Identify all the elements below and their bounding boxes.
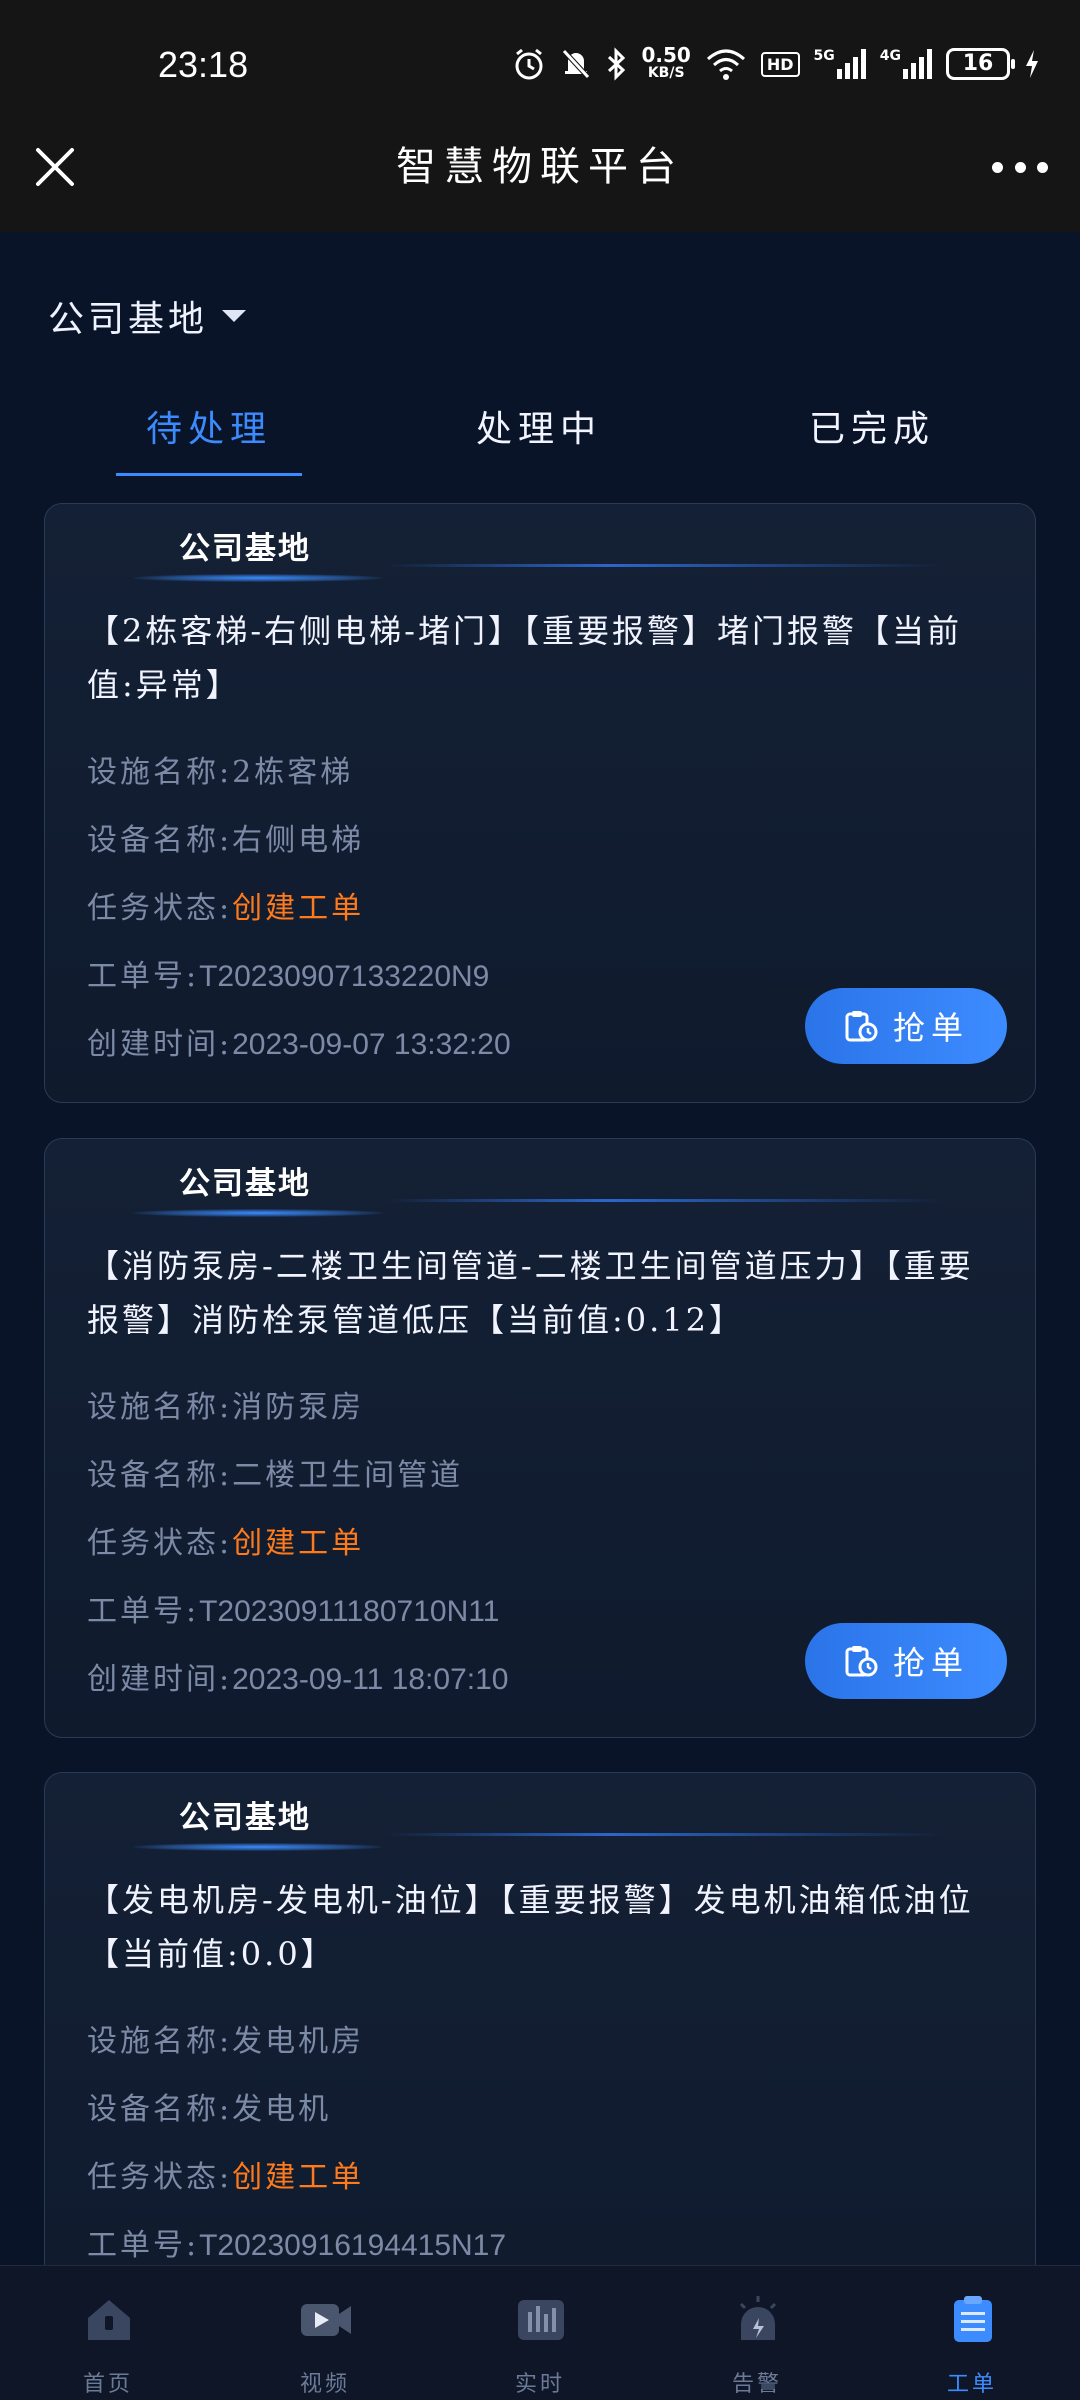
card-site-header: 公司基地 xyxy=(133,1793,383,1853)
work-order-card[interactable]: 公司基地 【消防泵房-二楼卫生间管道-二楼卫生间管道压力】【重要报警】消防栓泵管… xyxy=(44,1138,1036,1738)
card-site-label: 公司基地 xyxy=(179,531,311,566)
bottom-navigation: 首页 视频 实时 告警 工单 xyxy=(0,2265,1080,2400)
work-order-card[interactable]: 公司基地 【2栋客梯-右侧电梯-堵门】【重要报警】堵门报警【当前值:异常】 设施… xyxy=(44,503,1036,1103)
nav-item-alarm[interactable]: 告警 xyxy=(677,2266,837,2400)
clipboard-clock-icon xyxy=(845,1011,878,1042)
nav-item-work-order[interactable]: 工单 xyxy=(892,2266,1052,2400)
status-icons: 0.50 KB/S HD 5G 4G 16 xyxy=(512,44,1041,84)
grab-order-button[interactable]: 抢单 xyxy=(805,1623,1007,1699)
alarm-clock-icon xyxy=(515,48,542,80)
card-site-glow xyxy=(133,1209,383,1217)
status-tabs: 待处理 处理中 已完成 xyxy=(0,400,1080,476)
video-icon xyxy=(301,2304,351,2336)
page-title: 智慧物联平台 xyxy=(396,144,684,190)
status-bar: 23:18 0.50 KB/S HD 5G 4G 16 xyxy=(0,0,1080,140)
nav-label: 工单 xyxy=(946,2372,997,2397)
nav-item-home[interactable]: 首页 xyxy=(28,2266,188,2400)
device-field: 设备名称:右侧电梯 xyxy=(87,823,365,858)
clipboard-clock-icon xyxy=(845,1646,878,1677)
card-divider-line xyxy=(385,1199,945,1202)
task-status-field: 任务状态:创建工单 xyxy=(87,891,365,926)
order-number-field: 工单号:T20230911180710N11 xyxy=(87,1594,500,1629)
battery-icon: 16 xyxy=(946,48,1015,80)
card-divider-line xyxy=(385,564,945,567)
active-tab-indicator xyxy=(116,473,302,476)
tab-completed[interactable]: 已完成 xyxy=(779,400,965,460)
device-field: 设备名称:发电机 xyxy=(87,2092,332,2127)
card-site-label: 公司基地 xyxy=(179,1166,311,1201)
alarm-description: 【消防泵房-二楼卫生间管道-二楼卫生间管道压力】【重要报警】消防栓泵管道低压【当… xyxy=(87,1247,974,1339)
order-number-field: 工单号:T20230907133220N9 xyxy=(87,959,490,994)
status-time: 23:18 xyxy=(158,44,249,85)
nav-item-video[interactable]: 视频 xyxy=(245,2266,405,2400)
status-badge: 创建工单 xyxy=(232,891,365,926)
nav-label: 首页 xyxy=(82,2372,133,2397)
home-icon xyxy=(88,2300,130,2340)
bluetooth-icon xyxy=(607,47,625,81)
status-badge: 创建工单 xyxy=(232,1526,365,1561)
location-selector[interactable]: 公司基地 xyxy=(48,290,247,342)
charging-icon xyxy=(1026,50,1038,78)
status-badge: 创建工单 xyxy=(232,2160,365,2195)
work-order-card[interactable]: 公司基地 【发电机房-发电机-油位】【重要报警】发电机油箱低油位【当前值:0.0… xyxy=(44,1772,1036,2332)
task-status-field: 任务状态:创建工单 xyxy=(87,2160,365,2195)
facility-field: 设施名称:消防泵房 xyxy=(87,1390,365,1425)
card-divider-line xyxy=(385,1833,945,1836)
order-number-field: 工单号:T20230916194415N17 xyxy=(87,2228,507,2263)
facility-field: 设施名称:发电机房 xyxy=(87,2024,365,2059)
grab-order-label: 抢单 xyxy=(892,1009,969,1047)
signal-5g-icon: 5G xyxy=(814,49,866,79)
more-options-button[interactable] xyxy=(992,152,1048,182)
card-site-glow xyxy=(133,574,383,582)
alarm-description: 【2栋客梯-右侧电梯-堵门】【重要报警】堵门报警【当前值:异常】 xyxy=(87,612,962,704)
net-speed: 0.50 KB/S xyxy=(641,43,691,81)
location-label: 公司基地 xyxy=(48,299,209,340)
facility-field: 设施名称:2栋客梯 xyxy=(87,755,354,790)
grab-order-button[interactable]: 抢单 xyxy=(805,988,1007,1064)
nav-label: 视频 xyxy=(299,2372,350,2397)
alarm-icon xyxy=(739,2296,777,2340)
task-status-field: 任务状态:创建工单 xyxy=(87,1526,365,1561)
card-site-glow xyxy=(133,1843,383,1851)
signal-4g-icon: 4G xyxy=(880,49,932,79)
grab-order-label: 抢单 xyxy=(892,1644,969,1682)
caret-down-icon xyxy=(222,310,247,322)
created-time-field: 创建时间:2023-09-11 18:07:10 xyxy=(87,1662,509,1697)
work-order-icon xyxy=(954,2296,992,2342)
wifi-icon xyxy=(706,49,745,80)
device-field: 设备名称:二楼卫生间管道 xyxy=(87,1458,464,1493)
nav-item-realtime[interactable]: 实时 xyxy=(460,2266,620,2400)
nav-label: 实时 xyxy=(514,2372,565,2397)
mute-bell-icon xyxy=(561,49,590,79)
alarm-description: 【发电机房-发电机-油位】【重要报警】发电机油箱低油位【当前值:0.0】 xyxy=(87,1881,974,1973)
card-site-label: 公司基地 xyxy=(179,1800,311,1835)
created-time-field: 创建时间:2023-09-07 13:32:20 xyxy=(87,1027,511,1062)
tab-in-progress[interactable]: 处理中 xyxy=(446,400,632,460)
hd-icon: HD xyxy=(760,51,800,77)
nav-label: 告警 xyxy=(731,2372,782,2397)
tab-pending[interactable]: 待处理 xyxy=(116,400,302,460)
card-site-header: 公司基地 xyxy=(133,1159,383,1219)
card-site-header: 公司基地 xyxy=(133,524,383,584)
realtime-chart-icon xyxy=(518,2300,564,2340)
